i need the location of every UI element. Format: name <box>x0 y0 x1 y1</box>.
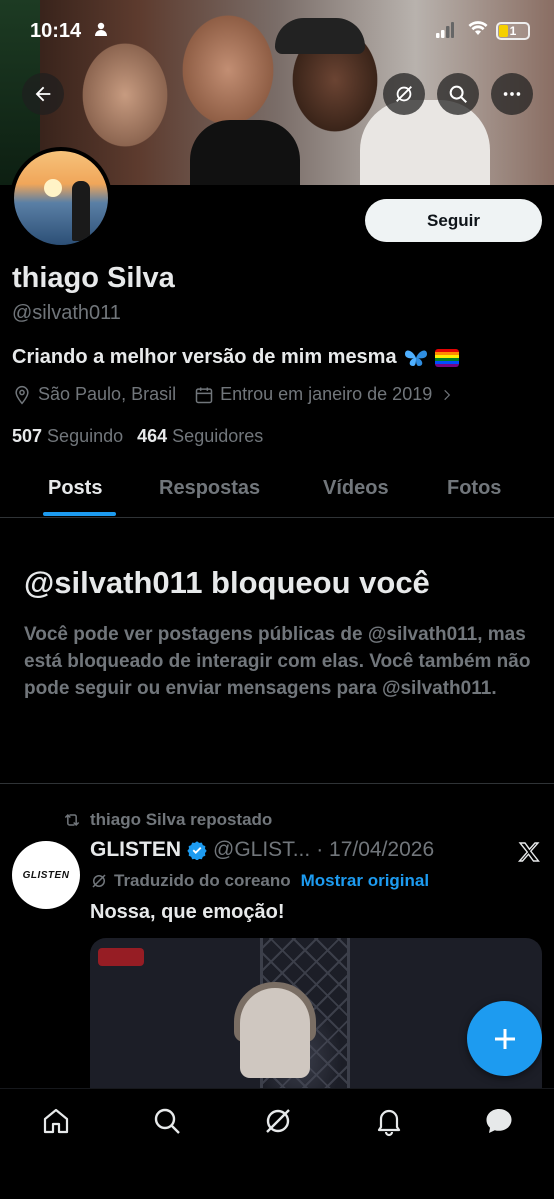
verified-badge-icon <box>187 841 207 860</box>
translation-info: Traduzido do coreano Mostrar original <box>90 871 429 891</box>
active-tab-indicator <box>43 512 116 516</box>
search-button[interactable] <box>437 73 479 115</box>
following-count: 507 <box>12 426 43 446</box>
bell-icon[interactable] <box>373 1105 405 1137</box>
compose-button[interactable] <box>467 1001 542 1076</box>
show-original-link[interactable]: Mostrar original <box>301 871 429 891</box>
grok-icon <box>92 874 106 888</box>
wifi-icon <box>468 21 488 35</box>
blocked-title: @silvath011 bloqueou você <box>24 565 430 600</box>
status-bar: 10:14 1 <box>0 0 554 62</box>
profile-avatar[interactable] <box>10 147 112 249</box>
post-date: · 17/04/2026 <box>316 838 435 861</box>
grok-icon <box>396 86 412 102</box>
bio-text: Criando a melhor versão de mim mesma <box>12 346 397 368</box>
back-button[interactable] <box>22 73 64 115</box>
signal-icon <box>436 22 454 38</box>
profile-joined: Entrou em janeiro de 2019 <box>220 384 433 404</box>
status-time: 10:14 <box>30 20 82 42</box>
repost-icon <box>64 813 80 827</box>
chevron-right-icon[interactable] <box>440 386 454 404</box>
butterfly-emoji-icon <box>404 350 427 366</box>
post-author-handle[interactable]: @GLIST... <box>213 838 310 862</box>
post-media[interactable] <box>90 938 542 1088</box>
followers-label: Seguidores <box>172 426 264 446</box>
followers-link[interactable]: 464 Seguidores <box>137 426 263 447</box>
bottom-navigation <box>0 1088 554 1199</box>
more-icon <box>503 92 521 96</box>
search-icon <box>449 85 467 103</box>
calendar-icon <box>195 387 213 403</box>
arrow-left-icon <box>35 86 51 102</box>
profile-location: São Paulo, Brasil <box>38 384 177 404</box>
person-icon <box>95 22 107 36</box>
search-icon[interactable] <box>151 1105 183 1137</box>
profile-name: thiago Silva <box>12 262 175 294</box>
profile-handle: @silvath011 <box>12 302 121 324</box>
followers-count: 464 <box>137 426 168 446</box>
following-link[interactable]: 507 Seguindo <box>12 426 123 447</box>
tab-posts[interactable]: Posts <box>48 477 102 500</box>
post-avatar-text: GLISTEN <box>22 869 70 881</box>
messages-icon[interactable] <box>483 1105 515 1137</box>
battery-icon: 1 <box>496 22 530 40</box>
follow-button[interactable]: Seguir <box>365 199 542 242</box>
follow-counts: 507 Seguindo 464 Seguidores <box>12 426 263 447</box>
post-text: Nossa, que emoção! <box>90 901 285 923</box>
battery-level: 1 <box>509 24 517 38</box>
profile-meta: São Paulo, Brasil Entrou em janeiro de 2… <box>12 384 460 405</box>
plus-icon <box>494 1028 515 1049</box>
profile-bio: Criando a melhor versão de mim mesma <box>12 346 459 369</box>
profile-tabs: Posts Respostas Vídeos Fotos <box>0 465 554 518</box>
grok-icon[interactable] <box>262 1105 294 1137</box>
post-header: GLISTEN @GLIST... · 17/04/2026 <box>90 838 434 862</box>
translated-label: Traduzido do coreano <box>114 871 291 890</box>
blocked-description: Você pode ver postagens públicas de @sil… <box>24 624 531 699</box>
tab-replies[interactable]: Respostas <box>159 477 260 500</box>
tab-photos[interactable]: Fotos <box>447 477 501 500</box>
location-pin-icon <box>15 385 29 404</box>
x-logo-icon <box>517 842 540 862</box>
following-label: Seguindo <box>47 426 124 446</box>
post-author-name[interactable]: GLISTEN <box>90 838 181 862</box>
home-icon[interactable] <box>40 1105 72 1137</box>
tab-videos[interactable]: Vídeos <box>323 477 389 500</box>
more-button[interactable] <box>491 73 533 115</box>
repost-indicator[interactable]: thiago Silva repostado <box>62 810 272 830</box>
grok-button[interactable] <box>383 73 425 115</box>
post-author-avatar[interactable]: GLISTEN <box>12 841 80 909</box>
divider <box>0 783 554 784</box>
rainbow-flag-emoji-icon <box>434 348 459 367</box>
repost-label: thiago Silva repostado <box>90 810 273 829</box>
